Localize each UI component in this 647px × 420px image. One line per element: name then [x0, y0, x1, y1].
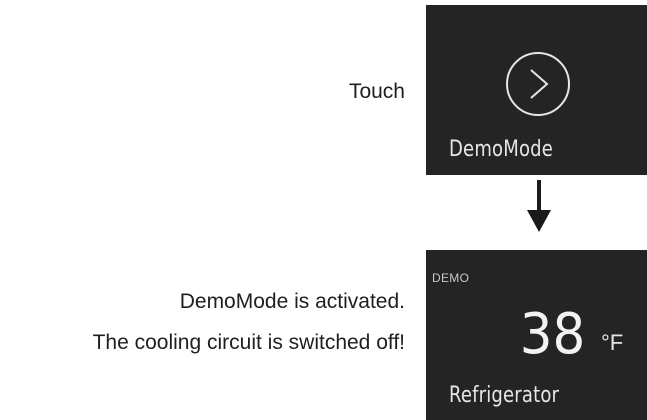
demomode-panel: DemoMode [426, 5, 647, 175]
chevron-right-circle-icon[interactable] [504, 50, 572, 118]
demomode-title: DemoMode [449, 137, 554, 162]
activated-message: DemoMode is activated. [179, 290, 405, 313]
temperature-unit: °F [601, 330, 624, 355]
refrigerator-title: Refrigerator [449, 383, 560, 408]
demo-tag: DEMO [432, 271, 470, 285]
arrow-down-icon [527, 180, 551, 232]
temperature-value: 38 [519, 302, 585, 367]
refrigerator-panel: DEMO 38 °F Refrigerator [426, 250, 647, 420]
cooling-warning: The cooling circuit is switched off! [92, 331, 405, 354]
touch-instruction: Touch [348, 80, 405, 103]
